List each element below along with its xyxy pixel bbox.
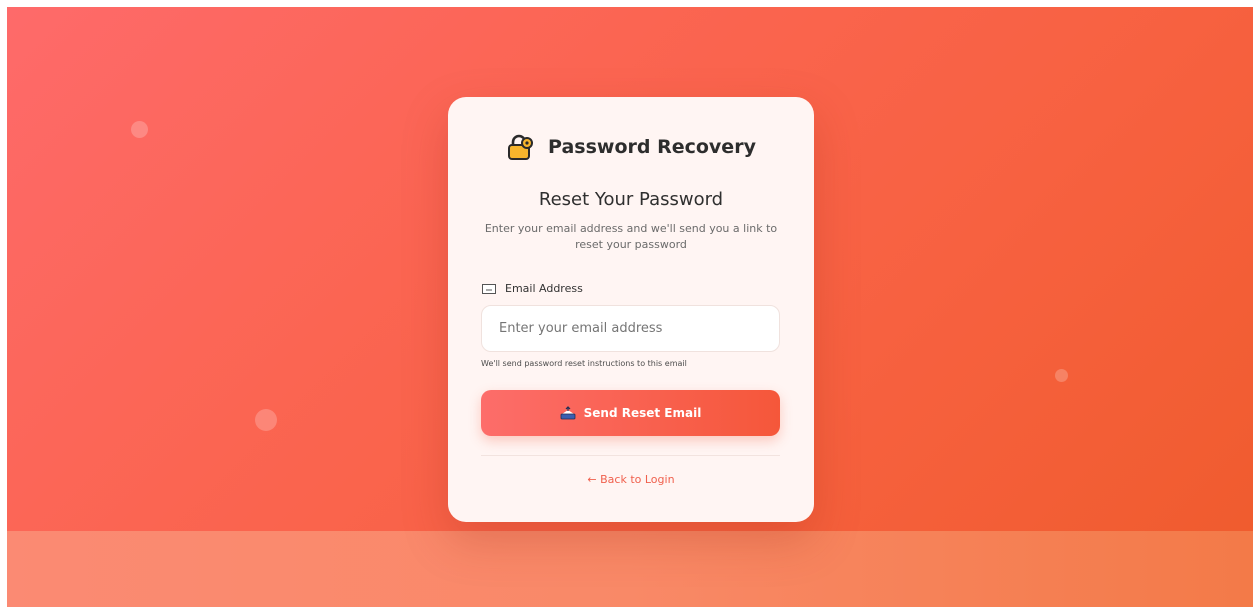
email-hint: We'll send password reset instructions t… bbox=[481, 359, 687, 368]
decorative-dot bbox=[1055, 369, 1068, 382]
decorative-dot bbox=[131, 121, 148, 138]
bottom-band bbox=[7, 531, 1253, 607]
decorative-dot bbox=[255, 409, 277, 431]
send-reset-email-button[interactable]: Send Reset Email bbox=[481, 390, 780, 436]
page-title: Reset Your Password bbox=[538, 189, 724, 210]
email-field-label: Email Address bbox=[482, 282, 583, 295]
brand-header: Password Recovery bbox=[448, 133, 814, 161]
lock-icon bbox=[506, 133, 534, 161]
send-reset-email-label: Send Reset Email bbox=[583, 406, 702, 420]
brand-title: Password Recovery bbox=[548, 136, 756, 158]
password-recovery-card: Password Recovery Reset Your Password En… bbox=[448, 97, 814, 522]
email-icon bbox=[482, 283, 496, 294]
email-label-text: Email Address bbox=[505, 282, 583, 295]
back-to-login-link[interactable]: ← Back to Login bbox=[448, 473, 814, 486]
page-subtitle: Enter your email address and we'll send … bbox=[484, 222, 778, 251]
divider bbox=[481, 455, 780, 456]
send-icon bbox=[560, 406, 576, 420]
email-input[interactable] bbox=[481, 305, 780, 352]
page-background: Password Recovery Reset Your Password En… bbox=[7, 7, 1253, 607]
